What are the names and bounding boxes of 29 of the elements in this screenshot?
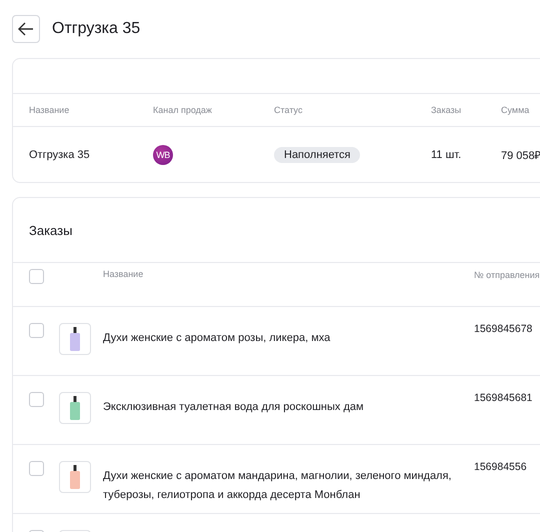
status-badge: Наполняется — [274, 146, 360, 162]
arrow-left-icon — [18, 22, 34, 36]
column-header: Название — [103, 269, 144, 281]
page-title: Отгрузка 35 — [52, 20, 140, 38]
table-cell-text: Отгрузка 35 — [29, 148, 91, 160]
table-cell-text: 11 шт. — [431, 148, 462, 160]
table-cell-text: 79 058₽ — [501, 149, 540, 162]
shipment-number: 1569845681 — [474, 392, 534, 406]
bottle-icon — [69, 396, 81, 420]
channel-logo: WB — [153, 144, 173, 164]
column-header: Канал продаж — [153, 105, 213, 115]
row-checkbox[interactable] — [29, 323, 44, 338]
column-header: Сумма — [501, 105, 530, 115]
column-header: № отправления — [474, 269, 540, 282]
column-header: Заказы — [431, 105, 462, 115]
shipment-number: 156984556 — [474, 461, 528, 475]
product-name: Духи женские с ароматом мандарина, магнолии, зеленого миндаля, туберозы, гелиотропа и аккорда десерта Монблан — [103, 469, 452, 504]
back-button[interactable] — [12, 15, 40, 43]
bottle-icon — [69, 327, 81, 351]
shipment-number: 1569845678 — [474, 323, 534, 337]
product-name: Эксклюзивная туалетная вода для роскошных дам — [103, 400, 365, 415]
product-name: Духи женские с ароматом розы, ликера, мха — [103, 331, 332, 346]
row-checkbox[interactable] — [29, 461, 44, 476]
bottle-icon — [69, 465, 81, 489]
row-checkbox[interactable] — [29, 392, 44, 407]
select-all-checkbox[interactable] — [29, 269, 44, 284]
section-title: Заказы — [29, 222, 72, 238]
column-header: Название — [29, 105, 70, 115]
column-header: Статус — [274, 105, 304, 115]
